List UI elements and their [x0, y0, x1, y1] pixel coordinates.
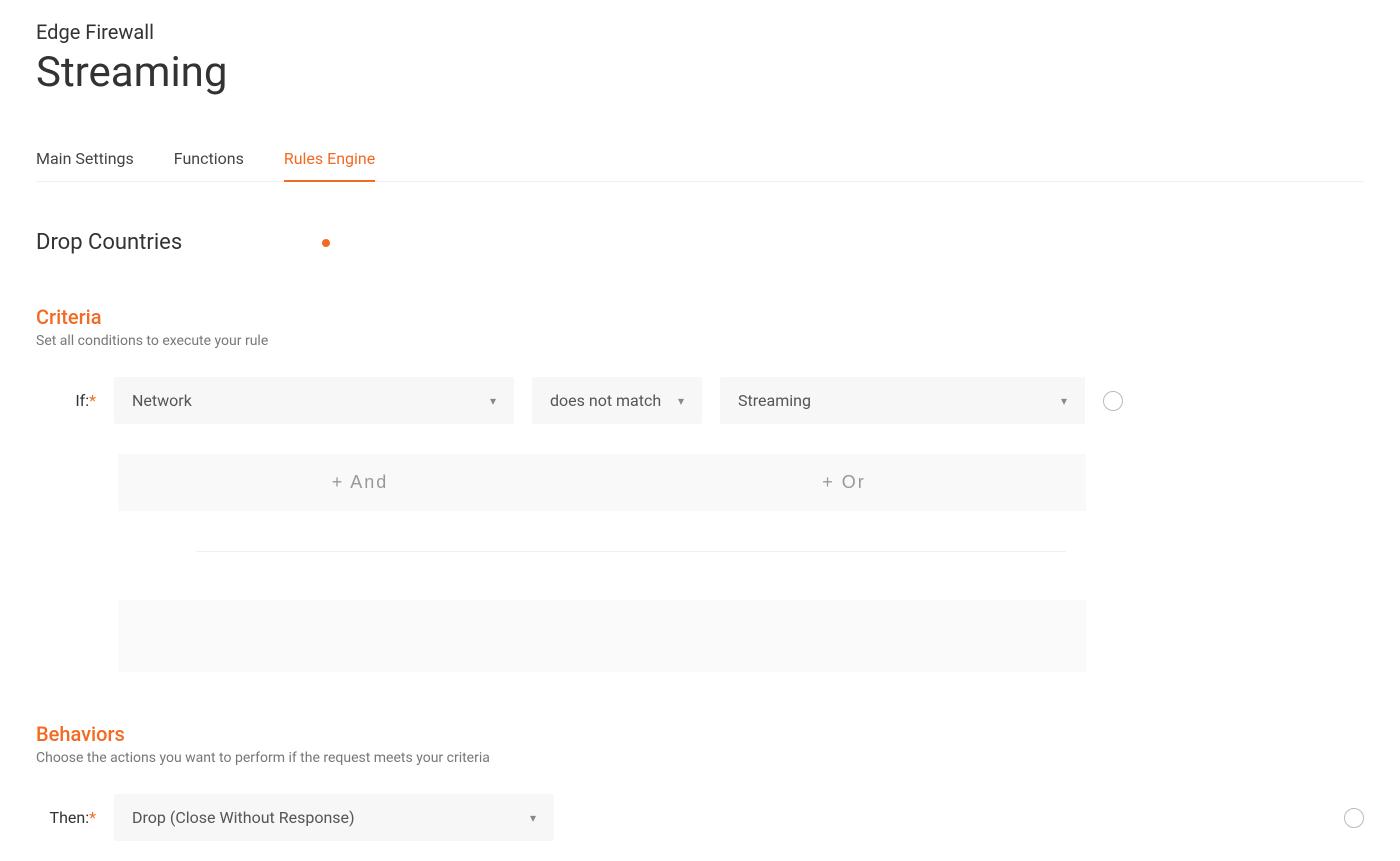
- criteria-variable-select[interactable]: Network ▾: [114, 377, 514, 424]
- chevron-down-icon: ▾: [530, 811, 536, 825]
- behavior-action-select[interactable]: Drop (Close Without Response) ▾: [114, 794, 554, 841]
- chevron-down-icon: ▾: [678, 394, 684, 408]
- chevron-down-icon: ▾: [1061, 394, 1067, 408]
- criteria-heading: Criteria: [36, 305, 1364, 329]
- chevron-down-icon: ▾: [490, 394, 496, 408]
- tab-main-settings[interactable]: Main Settings: [36, 137, 134, 182]
- behavior-action-value: Drop (Close Without Response): [132, 808, 355, 827]
- tab-rules-engine[interactable]: Rules Engine: [284, 137, 375, 182]
- criteria-operator-value: does not match: [550, 391, 661, 410]
- tab-functions[interactable]: Functions: [174, 137, 244, 182]
- add-or-button[interactable]: + Or: [602, 454, 1086, 511]
- criteria-value-select[interactable]: Streaming ▾: [720, 377, 1085, 424]
- criteria-description: Set all conditions to execute your rule: [36, 333, 1364, 349]
- criteria-operator-select[interactable]: does not match ▾: [532, 377, 702, 424]
- remove-criteria-button[interactable]: [1103, 391, 1123, 411]
- remove-behavior-button[interactable]: [1344, 808, 1364, 828]
- behaviors-description: Choose the actions you want to perform i…: [36, 750, 1364, 766]
- add-and-button[interactable]: + And: [118, 454, 602, 511]
- if-label: If:*: [36, 391, 96, 410]
- breadcrumb: Edge Firewall: [36, 20, 1364, 44]
- behaviors-heading: Behaviors: [36, 722, 1364, 746]
- add-criteria-group-block[interactable]: [118, 600, 1086, 672]
- then-label: Then:*: [36, 808, 96, 827]
- divider: [196, 551, 1066, 552]
- page-title: Streaming: [36, 48, 1364, 97]
- status-indicator-icon: [322, 239, 330, 247]
- tabs: Main Settings Functions Rules Engine: [36, 137, 1364, 182]
- criteria-variable-value: Network: [132, 391, 192, 410]
- rule-name: Drop Countries: [36, 230, 182, 255]
- criteria-value-text: Streaming: [738, 391, 811, 410]
